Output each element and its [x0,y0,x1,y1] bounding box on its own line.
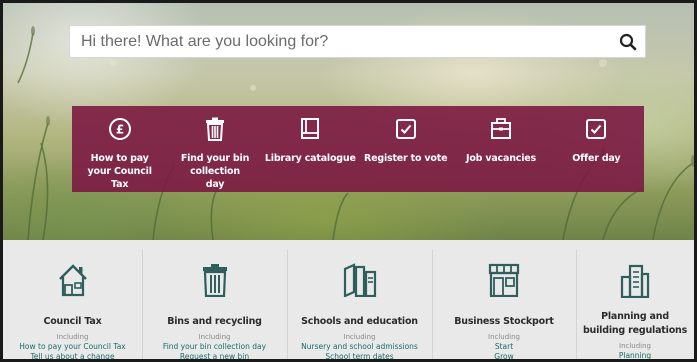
bin-icon [205,117,224,141]
quick-link-label: Find your bin collection day [180,153,250,190]
service-schools-education[interactable]: Schools and education Including Nursery … [287,240,432,359]
search-button[interactable] [611,26,645,57]
service-bins-recycling[interactable]: Bins and recycling Including Find your b… [142,240,287,359]
service-planning-building[interactable]: Planning and building regulations Includ… [576,240,694,359]
service-link[interactable]: School term dates [325,352,393,359]
quick-link-register-vote[interactable]: Register to vote [358,106,453,192]
quick-link-bin-day[interactable]: Find your bin collection day [167,106,262,192]
service-including: Including [198,333,231,341]
service-title: Business Stockport [454,316,554,327]
service-link[interactable]: Find your bin collection day [163,342,266,352]
service-title: Schools and education [301,316,418,327]
service-link[interactable]: Grow [494,352,513,359]
quick-link-label: Offer day [572,153,621,164]
service-link[interactable]: Planning [619,351,651,359]
service-including: Including [488,333,520,341]
service-link[interactable]: How to pay your Council Tax [19,342,125,352]
service-including: Including [343,333,376,341]
bin-icon [202,264,227,297]
search-icon [619,33,637,50]
service-title: Planning and building regulations [582,311,688,336]
books-icon [343,263,376,297]
briefcase-icon [490,118,511,139]
service-business-stockport[interactable]: Business Stockport Including Start Grow [432,240,576,359]
quick-link-offer-day[interactable]: Offer day [549,106,644,192]
quick-link-jobs[interactable]: Job vacancies [453,106,548,192]
search-box [69,25,646,58]
service-title: Bins and recycling [167,316,262,327]
quick-link-library[interactable]: Library catalogue [263,106,358,192]
service-title: Council Tax [43,316,102,327]
quick-link-label: How to pay your Council Tax [87,153,152,190]
service-link[interactable]: Tell us about a change [30,352,114,359]
shop-icon [488,263,520,297]
quick-link-label: Register to vote [363,153,448,164]
quick-link-council-tax[interactable]: £ How to pay your Council Tax [72,106,167,192]
checkbox-icon [586,119,607,139]
buildings-icon [620,264,650,298]
svg-text:£: £ [115,123,123,137]
service-council-tax[interactable]: Council Tax Including How to pay your Co… [3,240,142,359]
quick-links-bar: £ How to pay your Council Tax Find your … [72,106,644,192]
service-link[interactable]: Request a new bin [180,352,249,359]
service-including: Including [56,333,89,341]
pound-coin-icon: £ [108,118,131,140]
service-link[interactable]: Nursery and school admissions [301,342,418,352]
services-grid: Council Tax Including How to pay your Co… [3,240,694,359]
quick-link-label: Job vacancies [465,153,536,164]
house-icon [58,264,87,297]
service-including: Including [619,342,651,350]
book-icon [301,118,320,139]
page-frame: £ How to pay your Council Tax Find your … [0,0,697,362]
search-input[interactable] [70,26,611,57]
service-link[interactable]: Start [495,342,513,352]
quick-link-label: Library catalogue [264,153,356,164]
checkbox-icon [395,119,416,139]
